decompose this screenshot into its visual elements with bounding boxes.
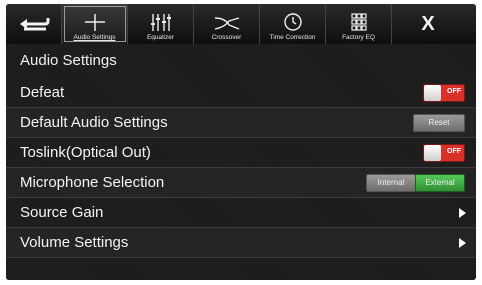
row-source-gain[interactable]: Source Gain bbox=[6, 198, 476, 228]
row-label: Defeat bbox=[20, 84, 65, 101]
tab-label: Equalizer bbox=[146, 34, 175, 41]
toggle-knob bbox=[424, 144, 441, 161]
tab-label: Audio Settings bbox=[73, 34, 116, 41]
tab-equalizer[interactable]: Equalizer bbox=[128, 4, 194, 44]
row-label: Source Gain bbox=[20, 204, 104, 221]
row-microphone-selection: Microphone Selection Internal External bbox=[6, 168, 476, 198]
back-button[interactable] bbox=[6, 4, 62, 44]
row-defeat: Defeat OFF bbox=[6, 78, 476, 108]
row-volume-settings[interactable]: Volume Settings bbox=[6, 228, 476, 258]
tab-label: Crossover bbox=[211, 34, 242, 41]
tab-audio-settings[interactable]: Audio Settings bbox=[62, 4, 128, 44]
toggle-knob bbox=[424, 84, 441, 101]
back-arrow-icon bbox=[19, 18, 49, 31]
close-button[interactable]: X bbox=[392, 4, 464, 44]
close-icon: X bbox=[421, 12, 435, 35]
toggle-state: OFF bbox=[447, 87, 461, 95]
audio-settings-screen: Audio Settings Equalizer Crossover Time … bbox=[6, 4, 476, 280]
settings-panel: Audio Settings Defeat OFF Default Audio … bbox=[6, 44, 476, 280]
defeat-toggle[interactable]: OFF bbox=[423, 83, 465, 102]
tab-label: Time Correction bbox=[269, 34, 316, 41]
row-label: Microphone Selection bbox=[20, 174, 165, 191]
top-toolbar: Audio Settings Equalizer Crossover Time … bbox=[6, 4, 476, 44]
chevron-right-icon[interactable] bbox=[459, 237, 466, 248]
toslink-toggle[interactable]: OFF bbox=[423, 143, 465, 162]
tab-crossover[interactable]: Crossover bbox=[194, 4, 260, 44]
row-default-audio-settings: Default Audio Settings Reset bbox=[6, 108, 476, 138]
grid-icon bbox=[350, 13, 367, 31]
tab-time-correction[interactable]: Time Correction bbox=[260, 4, 326, 44]
row-toslink: Toslink(Optical Out) OFF bbox=[6, 138, 476, 168]
plus-icon bbox=[84, 14, 105, 31]
chevron-right-icon[interactable] bbox=[459, 207, 466, 218]
internal-mic-button[interactable]: Internal bbox=[366, 173, 416, 192]
row-label: Default Audio Settings bbox=[20, 114, 168, 131]
row-label: Volume Settings bbox=[20, 234, 129, 251]
reset-button[interactable]: Reset bbox=[413, 113, 465, 132]
row-label: Toslink(Optical Out) bbox=[20, 144, 151, 161]
clock-icon bbox=[283, 13, 302, 31]
tab-label: Factory EQ bbox=[342, 34, 375, 41]
tab-factory-eq[interactable]: Factory EQ bbox=[326, 4, 392, 44]
toggle-state: OFF bbox=[447, 147, 461, 155]
page-title: Audio Settings bbox=[20, 52, 117, 69]
equalizer-sliders-icon bbox=[150, 14, 171, 31]
crossover-curve-icon bbox=[214, 17, 239, 30]
external-mic-button[interactable]: External bbox=[415, 173, 465, 192]
